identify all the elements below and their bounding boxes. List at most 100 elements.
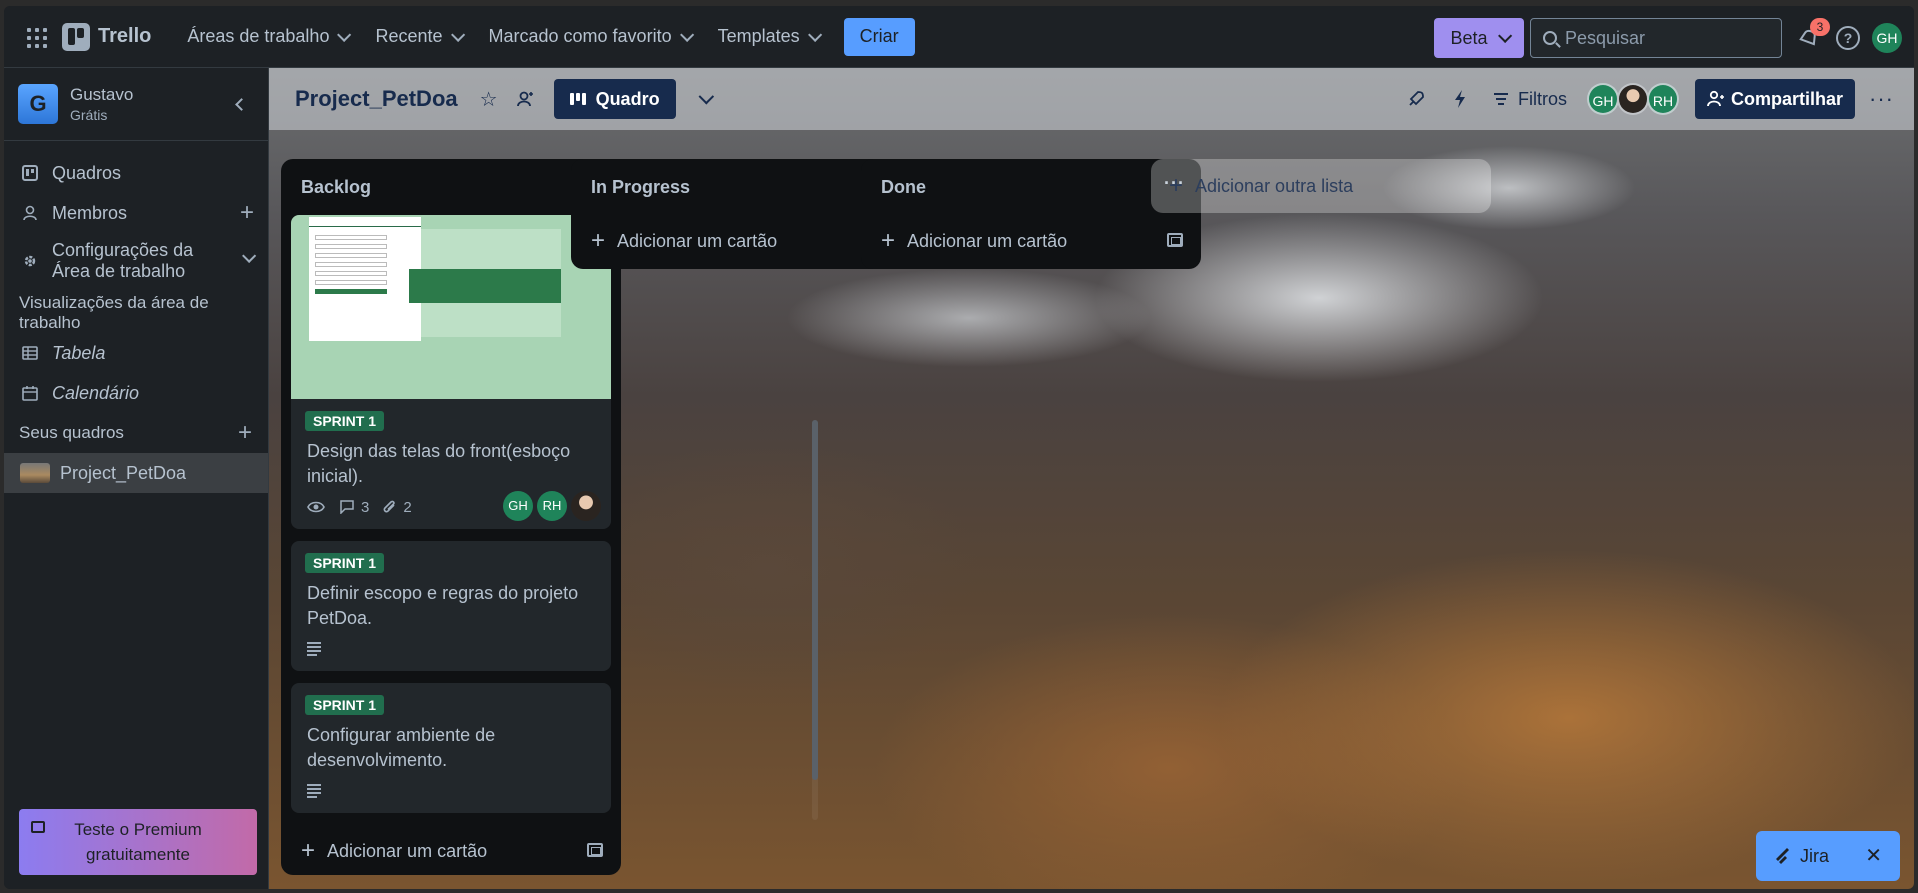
card-title: Definir escopo e regras do projeto PetDo… [307, 583, 579, 628]
chevron-down-icon[interactable] [698, 88, 714, 104]
sidebar-item-boards[interactable]: Quadros [4, 153, 268, 193]
list-done: Done ··· + Adicionar um cartão [861, 159, 1201, 269]
card-design-screens[interactable]: SPRINT 1 Design das telas do front(esboç… [291, 215, 611, 529]
rocket-icon[interactable] [1406, 89, 1426, 109]
nav-label: Áreas de trabalho [187, 26, 330, 46]
add-card-label: Adicionar um cartão [617, 230, 778, 251]
search-box[interactable] [1530, 18, 1782, 58]
description-icon [307, 642, 321, 656]
card-label-sprint[interactable]: SPRINT 1 [305, 411, 385, 431]
cover-mock-payment [409, 269, 561, 303]
card-template-icon[interactable] [587, 843, 603, 857]
list-header: Backlog ··· [281, 159, 621, 215]
workspace-name: Gustavo [70, 85, 134, 104]
member-avatar[interactable]: GH [1586, 83, 1619, 115]
card-define-scope[interactable]: SPRINT 1 Definir escopo e regras do proj… [291, 541, 611, 671]
card-label-sprint[interactable]: SPRINT 1 [305, 553, 385, 573]
attachments-badge: 2 [383, 499, 412, 516]
card-configure-env[interactable]: SPRINT 1 Configurar ambiente de desenvol… [291, 683, 611, 813]
more-options-icon[interactable]: ··· [1869, 86, 1894, 112]
card-member-avatar[interactable]: GH [503, 491, 533, 521]
filters-button[interactable]: Filtros [1493, 88, 1567, 110]
table-icon [22, 346, 38, 360]
add-list-label: Adicionar outra lista [1195, 175, 1354, 196]
paperclip-icon [383, 500, 396, 513]
member-avatar[interactable]: RH [1646, 83, 1679, 115]
sidebar-item-members[interactable]: Membros + [4, 193, 268, 233]
add-card-button[interactable]: + Adicionar um cartão [281, 825, 621, 877]
list-title[interactable]: Backlog [301, 177, 371, 198]
beta-button[interactable]: Beta [1434, 18, 1524, 58]
help-icon[interactable]: ? [1836, 26, 1860, 50]
card-label-sprint[interactable]: SPRINT 1 [305, 695, 385, 715]
add-board-icon[interactable]: + [238, 419, 252, 447]
add-card-label: Adicionar um cartão [907, 230, 1068, 251]
filters-label: Filtros [1517, 88, 1567, 109]
add-member-icon[interactable]: + [240, 199, 254, 227]
nav-starred[interactable]: Marcado como favorito [477, 19, 702, 55]
star-icon[interactable]: ☆ [480, 87, 498, 112]
card-template-icon[interactable] [1167, 233, 1183, 247]
top-bar: Trello Áreas de trabalho Recente Marcado… [4, 6, 1914, 68]
sidebar-board-project-petdoa[interactable]: Project_PetDoa [4, 453, 268, 493]
plus-icon: + [591, 227, 606, 254]
plus-icon: + [881, 227, 896, 254]
card-cover-image [291, 215, 611, 399]
app-switcher-icon[interactable] [22, 23, 50, 51]
views-heading-label: Visualizações da área de trabalho [19, 293, 209, 332]
board-view-button[interactable]: Quadro [553, 79, 676, 119]
member-avatar-photo[interactable] [1616, 83, 1649, 115]
sidebar-item-label: Tabela [52, 342, 106, 363]
comments-count: 3 [361, 498, 370, 516]
add-card-button[interactable]: + Adicionar um cartão [571, 215, 911, 267]
notification-count-badge: 3 [1810, 18, 1830, 36]
card-member-avatar-photo[interactable] [571, 491, 601, 521]
card-member-avatar[interactable]: RH [537, 491, 567, 521]
list-title[interactable]: Done [881, 177, 926, 198]
board-title[interactable]: Project_PetDoa [295, 86, 458, 112]
close-icon[interactable]: ✕ [1865, 843, 1882, 868]
nav-recent[interactable]: Recente [363, 19, 472, 55]
sidebar-item-settings[interactable]: Configurações da Área de trabalho [4, 233, 268, 289]
views-heading: Visualizações da área de trabalho [4, 293, 268, 333]
chevron-down-icon[interactable] [242, 248, 257, 263]
card-members: GH RH [503, 491, 601, 521]
sidebar-item-label: Calendário [52, 382, 140, 403]
automation-icon[interactable] [1452, 89, 1468, 109]
list-scrollbar-thumb[interactable] [812, 420, 818, 780]
user-avatar[interactable]: GH [1872, 23, 1902, 53]
sidebar-item-label: Membros [52, 202, 128, 223]
visibility-icon[interactable] [516, 89, 536, 109]
list-title[interactable]: In Progress [591, 177, 690, 198]
board-header-actions: Filtros GH RH Compartilhar ··· [1406, 68, 1914, 130]
share-button[interactable]: Compartilhar [1694, 79, 1856, 119]
sidebar-item-calendar[interactable]: Calendário [4, 373, 268, 413]
briefcase-icon [31, 821, 45, 833]
plus-icon: + [1169, 172, 1184, 199]
calendar-icon [22, 386, 38, 401]
add-card-label: Adicionar um cartão [327, 840, 488, 861]
jira-widget[interactable]: Jira ✕ [1756, 831, 1900, 881]
list-header: Done ··· [861, 159, 1201, 215]
create-button[interactable]: Criar [843, 17, 915, 56]
board-view-icon [569, 93, 586, 105]
nav-workspaces[interactable]: Áreas de trabalho [175, 19, 359, 55]
trello-logo[interactable]: Trello [62, 22, 151, 51]
list-scrollbar[interactable] [812, 420, 818, 820]
sidebar: G Gustavo Grátis Quadros Membros + Confi… [4, 68, 269, 889]
sidebar-item-table[interactable]: Tabela [4, 333, 268, 373]
nav-templates[interactable]: Templates [706, 19, 830, 55]
add-list-button[interactable]: + Adicionar outra lista [1151, 159, 1491, 213]
premium-trial-button[interactable]: Teste o Premium gratuitamente [19, 809, 257, 875]
top-nav: Áreas de trabalho Recente Marcado como f… [175, 19, 829, 55]
collapse-sidebar-icon[interactable] [235, 97, 248, 111]
list-backlog: Backlog ··· SPRINT 1 Design das telas do… [281, 159, 621, 875]
add-card-button[interactable]: + Adicionar um cartão [861, 215, 1201, 267]
card-badges [291, 635, 611, 671]
nav-label: Recente [375, 26, 443, 46]
cover-mock-fields [315, 231, 387, 339]
list-header: In Progress ··· [571, 159, 911, 215]
card-title: Design das telas do front(esboço inicial… [307, 441, 571, 486]
app-window: Trello Áreas de trabalho Recente Marcado… [4, 6, 1914, 889]
search-input[interactable] [1565, 27, 1765, 49]
